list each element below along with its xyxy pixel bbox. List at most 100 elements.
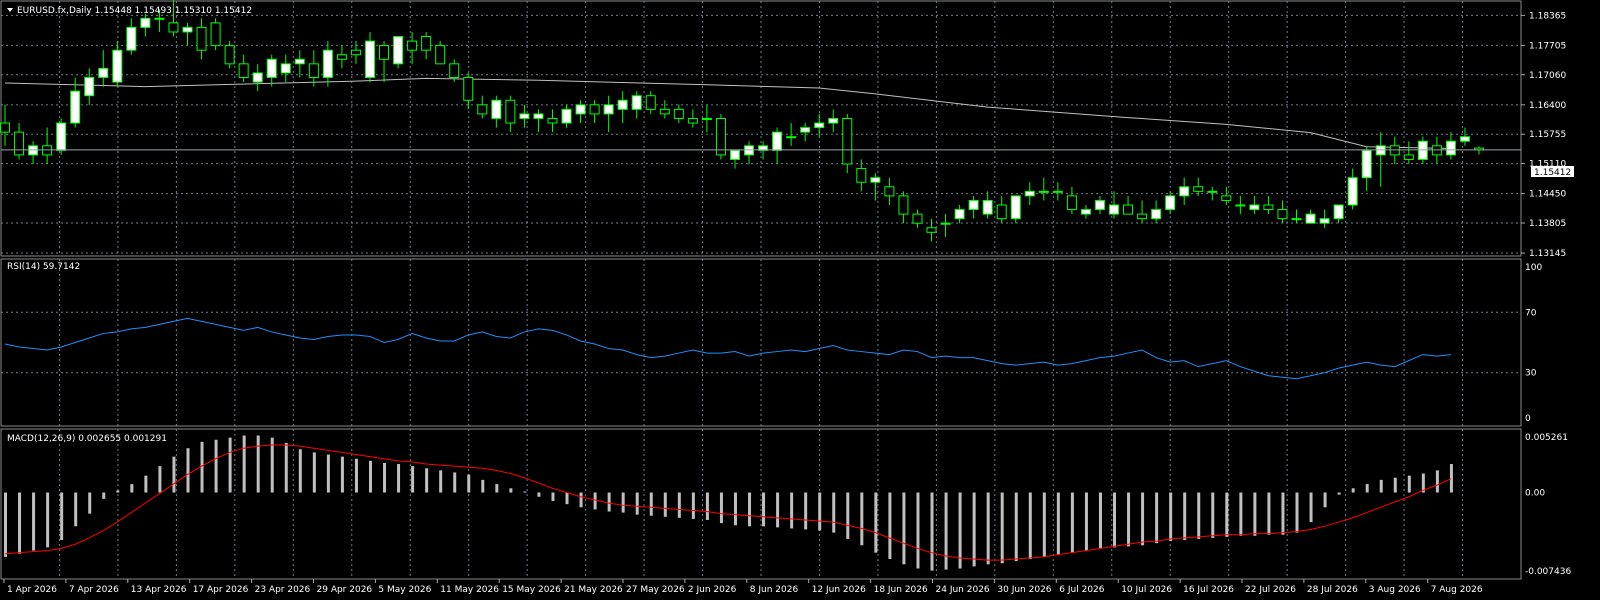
candle-body — [1263, 204, 1274, 211]
candle-body — [196, 26, 207, 51]
candle-body — [589, 104, 600, 115]
macd-bar — [621, 492, 625, 513]
price-tick-label: 1.18365 — [1529, 11, 1566, 21]
candle-body — [505, 99, 516, 124]
date-tick-label: 15 May 2026 — [502, 585, 561, 595]
candle-body — [0, 122, 10, 133]
candle-body — [112, 49, 123, 83]
macd-bar — [635, 492, 639, 515]
date-tick-label: 2 Jun 2026 — [688, 585, 737, 595]
macd-bar — [1070, 492, 1074, 553]
rsi-pane[interactable] — [4, 317, 1451, 380]
candle-body — [435, 45, 446, 65]
macd-bar — [1407, 475, 1411, 493]
candle-body — [322, 49, 333, 78]
macd-bar — [1267, 492, 1271, 535]
macd-bar — [1084, 492, 1088, 551]
candle-body — [617, 99, 628, 110]
macd-bar — [1379, 479, 1383, 493]
macd-bar — [1113, 492, 1117, 548]
candle-body — [912, 213, 923, 224]
macd-bar — [579, 492, 583, 508]
macd-bar — [916, 492, 920, 569]
candle-body — [940, 222, 951, 225]
candle-body — [1193, 186, 1204, 192]
rsi-tick-label: 30 — [1525, 369, 1537, 379]
macd-bar — [565, 492, 569, 505]
macd-bar — [551, 492, 555, 501]
macd-bar — [1239, 492, 1243, 536]
macd-bar — [972, 492, 976, 567]
candle-body — [379, 45, 390, 60]
macd-bar — [1183, 492, 1187, 541]
candle-body — [1109, 204, 1120, 215]
candle-body — [364, 40, 375, 78]
candle-body — [701, 117, 712, 120]
rsi-tick-label: 100 — [1525, 263, 1542, 273]
candle-body — [14, 131, 25, 156]
candle-body — [968, 199, 979, 211]
candle-body — [1291, 218, 1302, 221]
candle-body — [56, 122, 67, 151]
macd-bar — [846, 492, 850, 539]
macd-bar — [18, 492, 22, 554]
candle-body — [1347, 177, 1358, 206]
candle-body — [729, 149, 740, 160]
macd-bar — [832, 492, 836, 533]
candle-body — [884, 186, 895, 197]
macd-bar — [860, 492, 864, 546]
candle-body — [1235, 204, 1246, 207]
macd-bar — [1253, 492, 1257, 536]
trading-chart[interactable]: 1.183651.177051.170601.164001.157551.151… — [0, 0, 1600, 600]
macd-bar — [1449, 464, 1453, 493]
macd-pane[interactable] — [4, 435, 1453, 571]
date-tick-label: 22 Jul 2026 — [1245, 585, 1296, 595]
date-tick-label: 8 Jun 2026 — [750, 585, 799, 595]
date-tick-label: 24 Jun 2026 — [936, 585, 990, 595]
macd-bar — [1141, 492, 1145, 546]
date-tick-label: 7 Aug 2026 — [1431, 585, 1483, 595]
candle-body — [140, 17, 151, 28]
macd-signal-line — [4, 444, 1452, 561]
date-tick-label: 3 Aug 2026 — [1369, 585, 1421, 595]
macd-bar — [607, 492, 611, 512]
candle-body — [814, 122, 825, 129]
candle-body — [1080, 209, 1091, 215]
macd-bar — [439, 470, 443, 493]
candle-body — [1165, 195, 1176, 211]
date-tick-label: 28 Jul 2026 — [1307, 585, 1358, 595]
macd-bar — [4, 492, 7, 557]
macd-bar — [1309, 492, 1313, 523]
candle-body — [1221, 195, 1232, 201]
candle-body — [1123, 204, 1134, 215]
macd-bar — [158, 466, 162, 493]
candle-body — [659, 108, 670, 115]
candle-body — [336, 54, 347, 60]
candle-body — [449, 63, 460, 79]
macd-bar — [228, 437, 232, 493]
macd-bar — [509, 488, 513, 493]
candle-body — [407, 40, 418, 51]
macd-bar — [902, 492, 906, 565]
candle-body — [1403, 154, 1414, 160]
macd-bar — [663, 492, 667, 517]
macd-bar — [1225, 492, 1229, 537]
date-tick-label: 18 Jun 2026 — [874, 585, 928, 595]
macd-bar — [776, 492, 780, 528]
candle-body — [842, 117, 853, 165]
macd-bar — [383, 462, 387, 493]
date-tick-label: 23 Apr 2026 — [255, 585, 311, 595]
macd-bar — [1295, 492, 1299, 533]
current-price-label: 1.15412 — [1534, 168, 1571, 178]
candle-body — [800, 127, 811, 133]
candle-body — [477, 104, 488, 115]
candle-body — [1066, 195, 1077, 211]
candle-body — [954, 209, 965, 220]
symbol-menu-icon[interactable] — [7, 8, 13, 12]
macd-bar — [200, 441, 204, 493]
moving-average-line — [4, 77, 1451, 150]
macd-bar — [1365, 484, 1369, 493]
price-tick-label: 1.13145 — [1529, 249, 1566, 259]
macd-bar — [705, 492, 709, 520]
date-tick-label: 5 May 2026 — [378, 585, 431, 595]
